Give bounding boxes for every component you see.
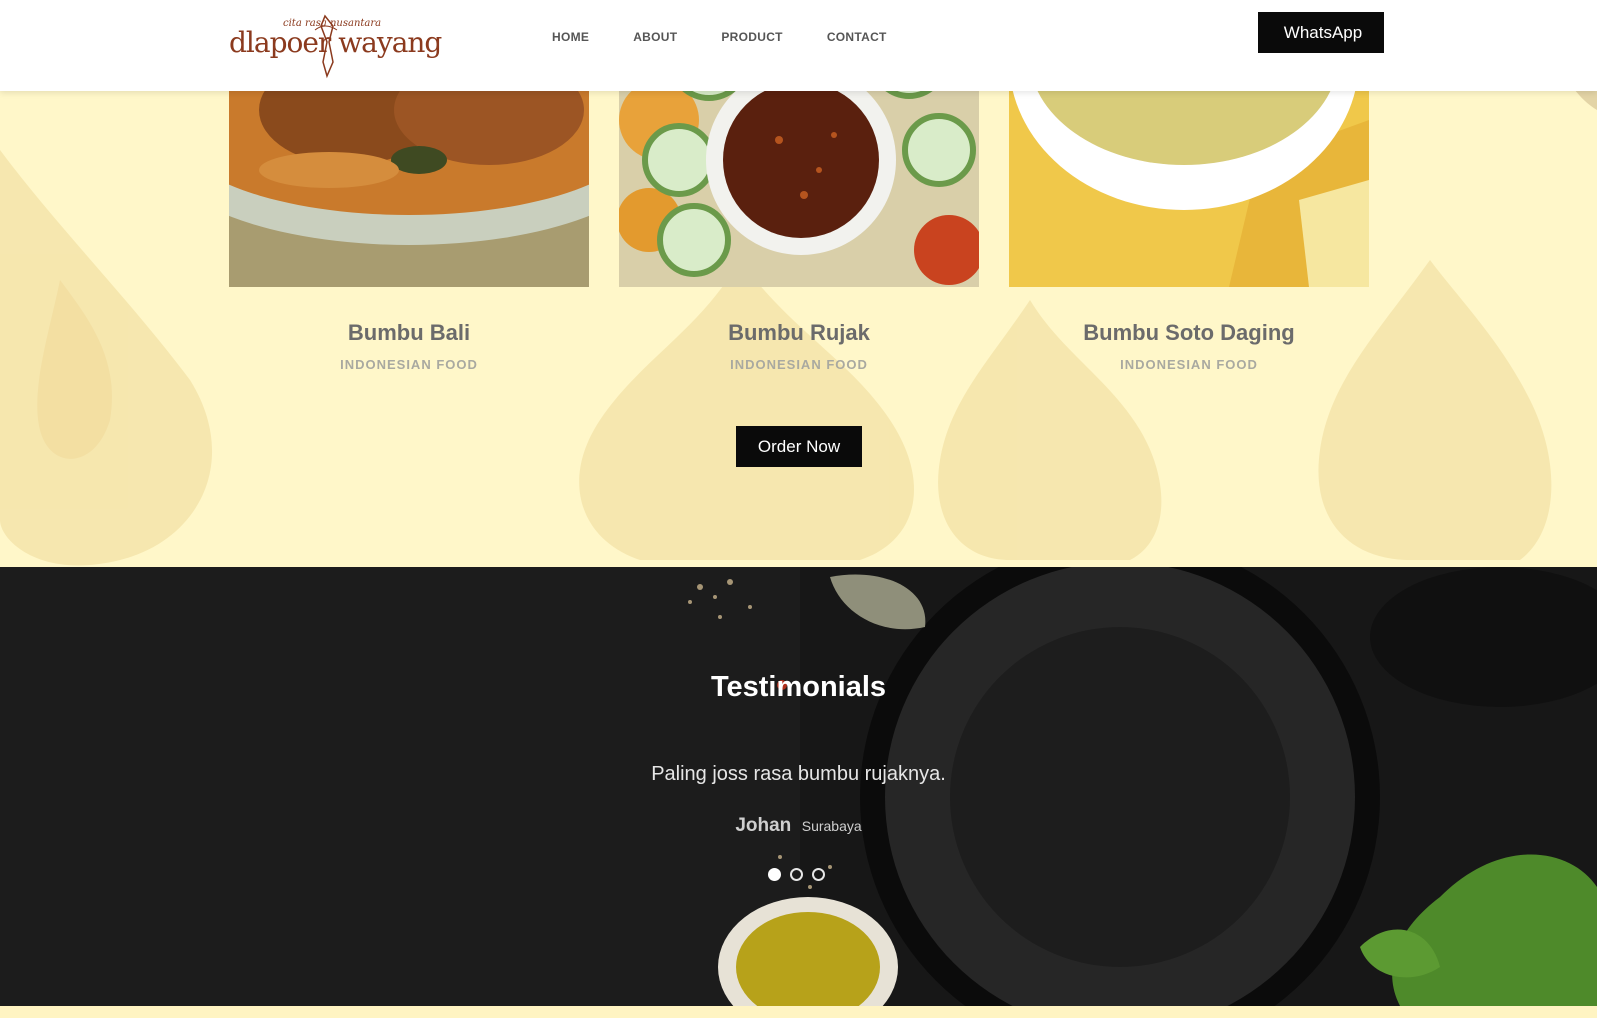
nav-home[interactable]: HOME xyxy=(552,30,589,44)
carousel-dot-2[interactable] xyxy=(790,868,803,881)
site-header: cita rasa nusantara dlapoer wayang HOME … xyxy=(0,0,1597,91)
product-title[interactable]: Bumbu Rujak xyxy=(619,320,979,346)
cooking-background-image xyxy=(0,567,1597,1006)
product-title[interactable]: Bumbu Bali xyxy=(229,320,589,346)
whatsapp-button-label: WhatsApp xyxy=(1283,23,1363,42)
product-title[interactable]: Bumbu Soto Daging xyxy=(1009,320,1369,346)
testimonial-quote: Paling joss rasa bumbu rujaknya. xyxy=(651,763,946,785)
carousel-dot-3[interactable] xyxy=(812,868,825,881)
nav-product[interactable]: PRODUCT xyxy=(721,30,782,44)
testimonial-author: Johan Surabaya xyxy=(0,815,1597,837)
carousel-dot-1[interactable] xyxy=(768,868,781,881)
product-category: INDONESIAN FOOD xyxy=(730,357,868,372)
testimonials-heading: Testimonials xyxy=(710,671,887,703)
author-location: Surabaya xyxy=(801,818,862,834)
product-category: INDONESIAN FOOD xyxy=(340,357,478,372)
footer-strip xyxy=(0,1006,1597,1018)
logo[interactable]: cita rasa nusantara dlapoer wayang xyxy=(229,12,442,80)
author-name: Johan xyxy=(735,815,792,836)
whatsapp-button[interactable]: WhatsApp xyxy=(1258,12,1384,53)
product-category: INDONESIAN FOOD xyxy=(1120,357,1258,372)
main-nav: HOME ABOUT PRODUCT CONTACT xyxy=(552,30,931,44)
order-now-button[interactable]: Order Now xyxy=(736,426,862,467)
logo-name: dlapoer wayang xyxy=(229,26,442,59)
nav-about[interactable]: ABOUT xyxy=(633,30,677,44)
carousel-dots xyxy=(768,868,825,881)
nav-contact[interactable]: CONTACT xyxy=(827,30,887,44)
testimonials-section: Testimonials Paling joss rasa bumbu ruja… xyxy=(0,567,1597,1006)
